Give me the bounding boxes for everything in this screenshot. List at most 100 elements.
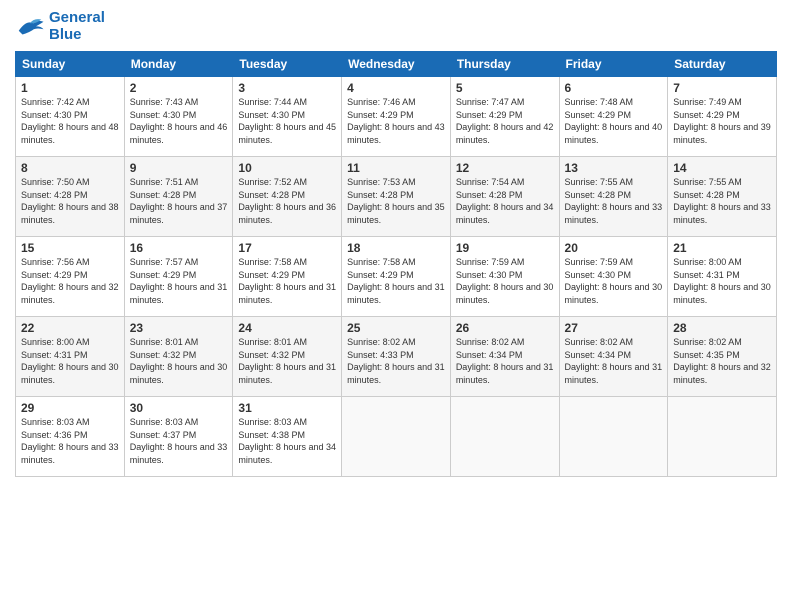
day-number: 11 (347, 161, 445, 175)
calendar-cell: 31 Sunrise: 8:03 AM Sunset: 4:38 PM Dayl… (233, 397, 342, 477)
day-info: Sunrise: 7:52 AM Sunset: 4:28 PM Dayligh… (238, 176, 336, 226)
calendar-cell: 26 Sunrise: 8:02 AM Sunset: 4:34 PM Dayl… (450, 317, 559, 397)
calendar-cell: 27 Sunrise: 8:02 AM Sunset: 4:34 PM Dayl… (559, 317, 668, 397)
calendar-cell: 1 Sunrise: 7:42 AM Sunset: 4:30 PM Dayli… (16, 77, 125, 157)
day-info: Sunrise: 7:50 AM Sunset: 4:28 PM Dayligh… (21, 176, 119, 226)
day-number: 21 (673, 241, 771, 255)
day-info: Sunrise: 8:01 AM Sunset: 4:32 PM Dayligh… (130, 336, 228, 386)
calendar-header-row: SundayMondayTuesdayWednesdayThursdayFrid… (16, 52, 777, 77)
day-number: 31 (238, 401, 336, 415)
day-info: Sunrise: 7:49 AM Sunset: 4:29 PM Dayligh… (673, 96, 771, 146)
day-info: Sunrise: 7:59 AM Sunset: 4:30 PM Dayligh… (456, 256, 554, 306)
day-info: Sunrise: 7:59 AM Sunset: 4:30 PM Dayligh… (565, 256, 663, 306)
day-info: Sunrise: 8:03 AM Sunset: 4:36 PM Dayligh… (21, 416, 119, 466)
calendar-cell: 18 Sunrise: 7:58 AM Sunset: 4:29 PM Dayl… (342, 237, 451, 317)
calendar-cell: 12 Sunrise: 7:54 AM Sunset: 4:28 PM Dayl… (450, 157, 559, 237)
day-info: Sunrise: 8:00 AM Sunset: 4:31 PM Dayligh… (673, 256, 771, 306)
calendar-header-wednesday: Wednesday (342, 52, 451, 77)
calendar-cell: 3 Sunrise: 7:44 AM Sunset: 4:30 PM Dayli… (233, 77, 342, 157)
calendar-cell: 23 Sunrise: 8:01 AM Sunset: 4:32 PM Dayl… (124, 317, 233, 397)
calendar-week-row: 1 Sunrise: 7:42 AM Sunset: 4:30 PM Dayli… (16, 77, 777, 157)
calendar-cell (450, 397, 559, 477)
calendar-cell: 30 Sunrise: 8:03 AM Sunset: 4:37 PM Dayl… (124, 397, 233, 477)
day-info: Sunrise: 7:44 AM Sunset: 4:30 PM Dayligh… (238, 96, 336, 146)
day-info: Sunrise: 7:48 AM Sunset: 4:29 PM Dayligh… (565, 96, 663, 146)
day-info: Sunrise: 8:02 AM Sunset: 4:33 PM Dayligh… (347, 336, 445, 386)
calendar-cell (559, 397, 668, 477)
calendar-header-thursday: Thursday (450, 52, 559, 77)
day-info: Sunrise: 7:58 AM Sunset: 4:29 PM Dayligh… (238, 256, 336, 306)
day-number: 22 (21, 321, 119, 335)
day-number: 17 (238, 241, 336, 255)
calendar-week-row: 8 Sunrise: 7:50 AM Sunset: 4:28 PM Dayli… (16, 157, 777, 237)
day-number: 7 (673, 81, 771, 95)
day-number: 15 (21, 241, 119, 255)
calendar-cell: 28 Sunrise: 8:02 AM Sunset: 4:35 PM Dayl… (668, 317, 777, 397)
day-number: 23 (130, 321, 228, 335)
day-info: Sunrise: 7:55 AM Sunset: 4:28 PM Dayligh… (673, 176, 771, 226)
day-info: Sunrise: 8:03 AM Sunset: 4:38 PM Dayligh… (238, 416, 336, 466)
day-number: 10 (238, 161, 336, 175)
day-info: Sunrise: 7:42 AM Sunset: 4:30 PM Dayligh… (21, 96, 119, 146)
day-number: 2 (130, 81, 228, 95)
logo-text: General Blue (49, 10, 105, 43)
calendar-cell: 25 Sunrise: 8:02 AM Sunset: 4:33 PM Dayl… (342, 317, 451, 397)
calendar-cell: 24 Sunrise: 8:01 AM Sunset: 4:32 PM Dayl… (233, 317, 342, 397)
day-info: Sunrise: 7:43 AM Sunset: 4:30 PM Dayligh… (130, 96, 228, 146)
day-info: Sunrise: 8:02 AM Sunset: 4:34 PM Dayligh… (565, 336, 663, 386)
day-info: Sunrise: 8:03 AM Sunset: 4:37 PM Dayligh… (130, 416, 228, 466)
calendar-header-sunday: Sunday (16, 52, 125, 77)
day-info: Sunrise: 8:02 AM Sunset: 4:34 PM Dayligh… (456, 336, 554, 386)
calendar-table: SundayMondayTuesdayWednesdayThursdayFrid… (15, 51, 777, 477)
calendar-cell: 4 Sunrise: 7:46 AM Sunset: 4:29 PM Dayli… (342, 77, 451, 157)
day-info: Sunrise: 8:02 AM Sunset: 4:35 PM Dayligh… (673, 336, 771, 386)
calendar-cell: 11 Sunrise: 7:53 AM Sunset: 4:28 PM Dayl… (342, 157, 451, 237)
day-number: 20 (565, 241, 663, 255)
calendar-cell: 14 Sunrise: 7:55 AM Sunset: 4:28 PM Dayl… (668, 157, 777, 237)
page: General Blue SundayMondayTuesdayWednesda… (0, 0, 792, 612)
day-number: 14 (673, 161, 771, 175)
day-number: 8 (21, 161, 119, 175)
day-number: 16 (130, 241, 228, 255)
day-number: 28 (673, 321, 771, 335)
calendar-header-friday: Friday (559, 52, 668, 77)
day-info: Sunrise: 7:56 AM Sunset: 4:29 PM Dayligh… (21, 256, 119, 306)
calendar-header-monday: Monday (124, 52, 233, 77)
day-number: 27 (565, 321, 663, 335)
day-number: 1 (21, 81, 119, 95)
logo: General Blue (15, 10, 105, 43)
day-info: Sunrise: 7:47 AM Sunset: 4:29 PM Dayligh… (456, 96, 554, 146)
day-number: 19 (456, 241, 554, 255)
day-info: Sunrise: 7:55 AM Sunset: 4:28 PM Dayligh… (565, 176, 663, 226)
calendar-cell (668, 397, 777, 477)
calendar-week-row: 22 Sunrise: 8:00 AM Sunset: 4:31 PM Dayl… (16, 317, 777, 397)
day-number: 18 (347, 241, 445, 255)
day-info: Sunrise: 7:57 AM Sunset: 4:29 PM Dayligh… (130, 256, 228, 306)
day-number: 5 (456, 81, 554, 95)
calendar-cell: 6 Sunrise: 7:48 AM Sunset: 4:29 PM Dayli… (559, 77, 668, 157)
calendar-cell: 9 Sunrise: 7:51 AM Sunset: 4:28 PM Dayli… (124, 157, 233, 237)
day-number: 26 (456, 321, 554, 335)
day-info: Sunrise: 7:53 AM Sunset: 4:28 PM Dayligh… (347, 176, 445, 226)
calendar-cell: 7 Sunrise: 7:49 AM Sunset: 4:29 PM Dayli… (668, 77, 777, 157)
calendar-cell: 2 Sunrise: 7:43 AM Sunset: 4:30 PM Dayli… (124, 77, 233, 157)
day-number: 13 (565, 161, 663, 175)
calendar-cell: 20 Sunrise: 7:59 AM Sunset: 4:30 PM Dayl… (559, 237, 668, 317)
day-number: 12 (456, 161, 554, 175)
day-number: 29 (21, 401, 119, 415)
day-info: Sunrise: 8:01 AM Sunset: 4:32 PM Dayligh… (238, 336, 336, 386)
day-info: Sunrise: 7:54 AM Sunset: 4:28 PM Dayligh… (456, 176, 554, 226)
calendar-cell: 5 Sunrise: 7:47 AM Sunset: 4:29 PM Dayli… (450, 77, 559, 157)
day-number: 30 (130, 401, 228, 415)
calendar-cell: 19 Sunrise: 7:59 AM Sunset: 4:30 PM Dayl… (450, 237, 559, 317)
day-number: 3 (238, 81, 336, 95)
day-info: Sunrise: 7:46 AM Sunset: 4:29 PM Dayligh… (347, 96, 445, 146)
day-number: 25 (347, 321, 445, 335)
logo-bird-icon (15, 15, 45, 39)
day-info: Sunrise: 8:00 AM Sunset: 4:31 PM Dayligh… (21, 336, 119, 386)
calendar-week-row: 15 Sunrise: 7:56 AM Sunset: 4:29 PM Dayl… (16, 237, 777, 317)
day-number: 6 (565, 81, 663, 95)
calendar-cell: 29 Sunrise: 8:03 AM Sunset: 4:36 PM Dayl… (16, 397, 125, 477)
day-info: Sunrise: 7:51 AM Sunset: 4:28 PM Dayligh… (130, 176, 228, 226)
calendar-week-row: 29 Sunrise: 8:03 AM Sunset: 4:36 PM Dayl… (16, 397, 777, 477)
